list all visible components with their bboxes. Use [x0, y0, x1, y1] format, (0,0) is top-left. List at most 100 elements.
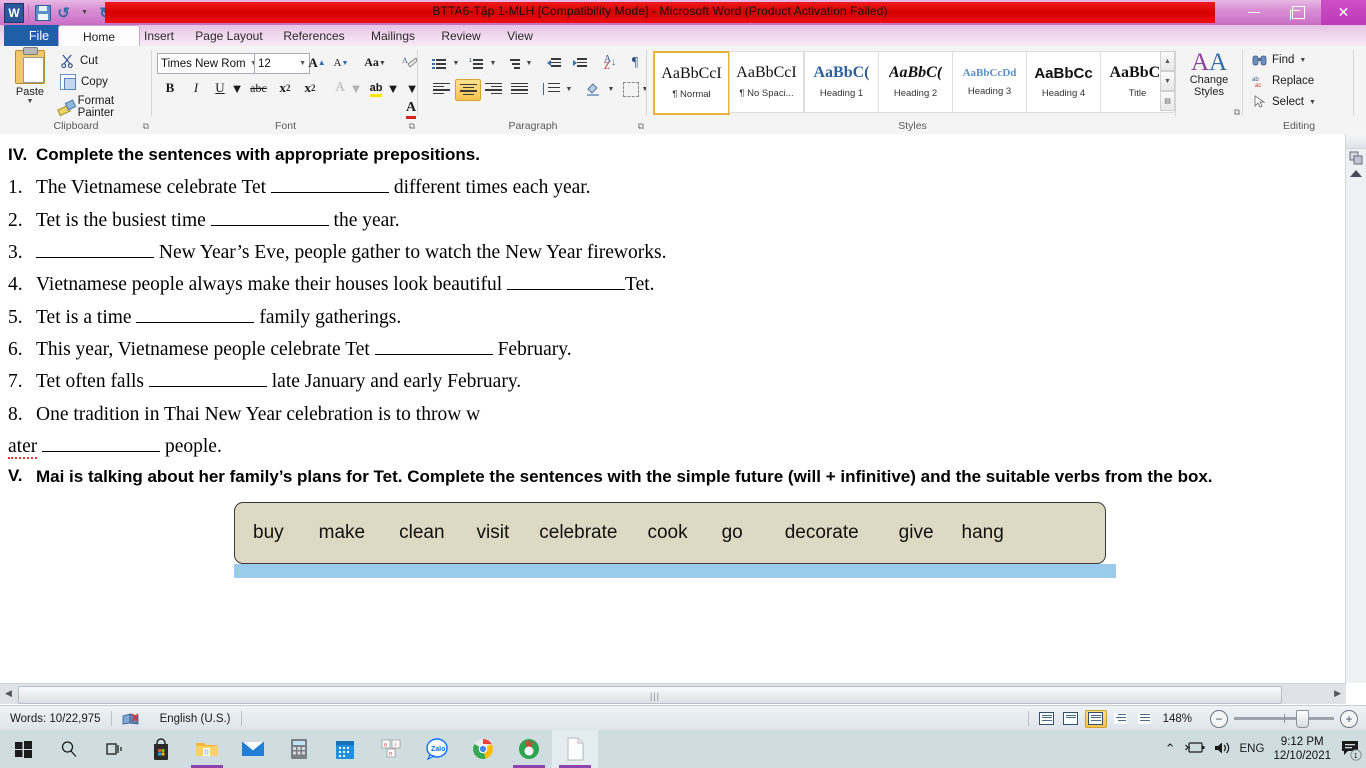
style-item-normal[interactable]: AaBbCcI ¶ Normal — [653, 51, 730, 115]
task-view-button[interactable] — [92, 730, 138, 768]
font-size-input[interactable]: 12 ▼ — [254, 53, 310, 74]
undo-dropdown-icon[interactable]: ▼ — [75, 3, 94, 22]
styles-more-icon[interactable]: ▤ — [1160, 91, 1175, 111]
answer-blank[interactable] — [374, 353, 493, 355]
style-item-heading-4[interactable]: AaBbCc Heading 4 — [1026, 51, 1101, 113]
sort-button[interactable]: A Z ↓ — [599, 53, 621, 72]
style-item-heading-3[interactable]: AaBbCcDd Heading 3 — [952, 51, 1027, 113]
font-color-button[interactable]: A — [401, 98, 421, 119]
tab-view[interactable]: View — [486, 25, 554, 46]
shading-dropdown-icon[interactable]: ▼ — [605, 79, 617, 99]
taskbar-zalo[interactable]: Zalo — [414, 730, 460, 768]
start-button[interactable] — [0, 730, 46, 768]
horizontal-scroll-thumb[interactable]: ||| — [18, 686, 1282, 704]
undo-button[interactable]: ↺ — [54, 3, 73, 22]
text-effects-button[interactable]: A — [330, 78, 350, 98]
zoom-level-label[interactable]: 148% — [1163, 713, 1192, 725]
clipboard-dialog-launcher[interactable]: ⧉ — [143, 121, 149, 132]
select-button[interactable]: Select ▼ — [1252, 95, 1316, 109]
multilevel-dropdown-icon[interactable]: ▼ — [523, 54, 535, 72]
underline-dropdown-icon[interactable]: ▼ — [231, 78, 244, 98]
format-painter-button[interactable]: Format Painter — [58, 95, 152, 119]
align-left-button[interactable] — [429, 79, 453, 99]
clock[interactable]: 9:12 PM 12/10/2021 — [1273, 735, 1331, 763]
chevron-down-icon[interactable]: ▼ — [27, 98, 34, 105]
answer-blank[interactable] — [210, 224, 329, 226]
text-effects-dropdown-icon[interactable]: ▼ — [350, 78, 363, 98]
shrink-font-button[interactable]: A ▼ — [330, 53, 352, 72]
justify-button[interactable] — [507, 79, 531, 99]
save-button[interactable] — [33, 3, 52, 22]
styles-dialog-launcher[interactable]: ⧉ — [1234, 107, 1240, 118]
text-highlight-button[interactable]: ab — [365, 78, 387, 98]
scroll-split-handle[interactable] — [1346, 134, 1366, 149]
minimize-button[interactable] — [1231, 0, 1276, 25]
answer-blank[interactable] — [136, 321, 255, 323]
notifications-button[interactable]: 1 — [1340, 739, 1362, 761]
bullets-button[interactable] — [429, 54, 449, 72]
taskbar-file-explorer[interactable] — [184, 730, 230, 768]
word-app-icon[interactable]: W — [4, 2, 24, 23]
answer-blank[interactable] — [270, 192, 389, 194]
align-center-button[interactable] — [455, 79, 481, 101]
numbering-button[interactable]: 1 — [466, 54, 486, 72]
view-outline-button[interactable] — [1111, 711, 1131, 727]
subscript-button[interactable]: x2 — [273, 78, 297, 98]
shading-button[interactable] — [581, 79, 605, 99]
zoom-thumb[interactable] — [1296, 710, 1309, 728]
paragraph-dialog-launcher[interactable]: ⧉ — [638, 121, 644, 132]
horizontal-scrollbar[interactable]: ◀ ||| ▶ — [0, 683, 1346, 704]
scroll-right-arrow-icon[interactable]: ▶ — [1334, 688, 1341, 699]
multilevel-list-button[interactable] — [503, 54, 523, 72]
style-item-no-spacing[interactable]: AaBbCcI ¶ No Spaci... — [729, 51, 804, 113]
zoom-slider[interactable]: − + — [1210, 709, 1358, 728]
bullets-dropdown-icon[interactable]: ▼ — [450, 54, 462, 72]
italic-button[interactable]: I — [185, 78, 207, 98]
answer-blank[interactable] — [507, 289, 626, 291]
highlight-dropdown-icon[interactable]: ▼ — [387, 78, 400, 98]
scroll-up-arrow-icon[interactable] — [1350, 170, 1362, 177]
vertical-scrollbar[interactable] — [1345, 134, 1366, 683]
cut-button[interactable]: Cut — [60, 53, 98, 68]
grow-font-button[interactable]: A ▲ — [306, 53, 328, 72]
select-browse-object-icon[interactable] — [1348, 150, 1364, 166]
superscript-button[interactable]: x2 — [298, 78, 322, 98]
underline-button[interactable]: U — [209, 78, 231, 98]
change-case-button[interactable]: Aa ▼ — [359, 53, 391, 72]
taskbar-chrome[interactable] — [460, 730, 506, 768]
bold-button[interactable]: B — [159, 78, 181, 98]
zoom-out-button[interactable]: − — [1210, 709, 1228, 728]
decrease-indent-button[interactable] — [543, 54, 565, 72]
chevron-down-icon[interactable]: ▼ — [1309, 99, 1316, 106]
answer-blank[interactable] — [148, 386, 267, 388]
taskbar-unikey[interactable]: u i n — [368, 730, 414, 768]
proofing-status[interactable] — [112, 709, 150, 728]
answer-blank[interactable] — [42, 451, 161, 452]
language-indicator[interactable]: ENG — [1240, 743, 1265, 755]
volume-button[interactable] — [1214, 741, 1231, 758]
chevron-down-icon[interactable]: ▼ — [299, 60, 306, 67]
zoom-track[interactable] — [1234, 710, 1334, 728]
view-print-layout-button[interactable] — [1037, 711, 1057, 727]
taskbar-microsoft-store[interactable] — [138, 730, 184, 768]
search-button[interactable] — [46, 730, 92, 768]
view-draft-button[interactable] — [1135, 711, 1155, 727]
copy-button[interactable]: Copy — [60, 74, 108, 90]
align-right-button[interactable] — [481, 79, 505, 99]
scroll-left-arrow-icon[interactable]: ◀ — [5, 688, 12, 699]
styles-scroll-down-icon[interactable]: ▼ — [1160, 71, 1175, 91]
numbering-dropdown-icon[interactable]: ▼ — [487, 54, 499, 72]
taskbar-coccoc[interactable] — [506, 730, 552, 768]
font-dialog-launcher[interactable]: ⧉ — [409, 121, 415, 132]
document-canvas[interactable]: IV. Complete the sentences with appropri… — [0, 134, 1346, 683]
strikethrough-button[interactable]: abc — [246, 78, 271, 98]
taskbar-calendar[interactable] — [322, 730, 368, 768]
restore-button[interactable] — [1276, 0, 1321, 25]
taskbar-word-document[interactable] — [552, 730, 598, 768]
taskbar-mail[interactable] — [230, 730, 276, 768]
line-spacing-button[interactable] — [539, 79, 563, 99]
show-hidden-icons-button[interactable]: ⌃ — [1165, 741, 1176, 757]
taskbar-calculator[interactable] — [276, 730, 322, 768]
language-status[interactable]: English (U.S.) — [150, 709, 241, 728]
borders-button[interactable] — [621, 79, 641, 99]
